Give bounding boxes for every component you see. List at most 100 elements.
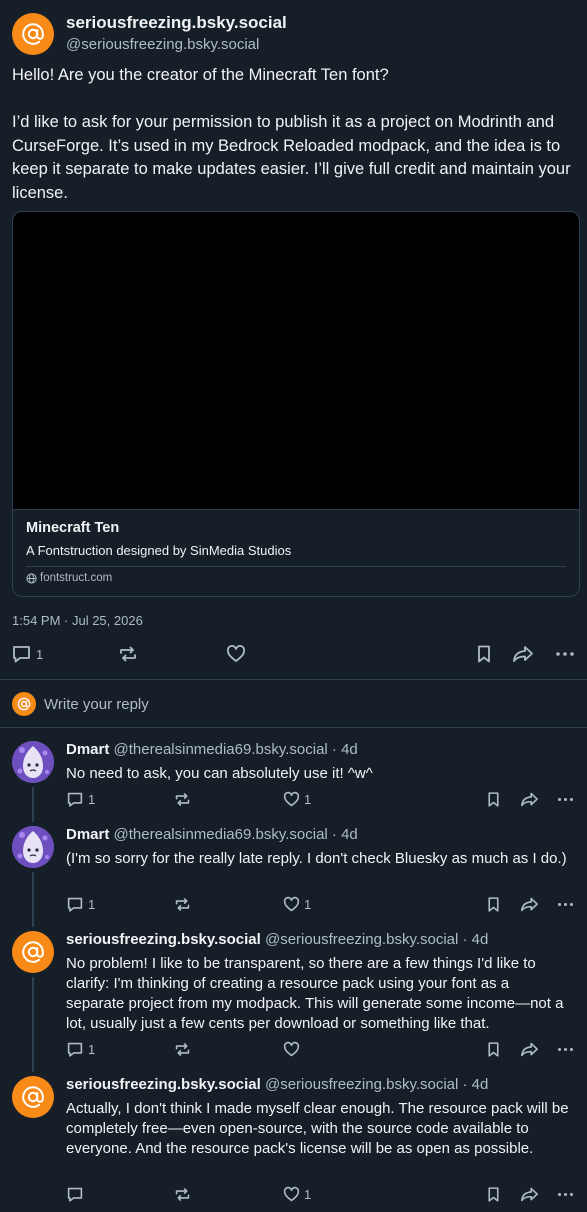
repost-icon bbox=[175, 793, 190, 806]
heart-icon bbox=[283, 1186, 300, 1202]
reply-actions: 1 bbox=[0, 1040, 587, 1060]
share-icon bbox=[521, 1187, 538, 1202]
post-text: Hello! Are you the creator of the Minecr… bbox=[12, 66, 571, 202]
thread-view: seriousfreezing.bsky.social @seriousfree… bbox=[0, 0, 587, 1212]
reply-header: seriousfreezing.bsky.social @seriousfree… bbox=[66, 931, 488, 949]
bookmark-button[interactable] bbox=[485, 1186, 502, 1203]
bookmark-button[interactable] bbox=[485, 1041, 502, 1058]
avatar[interactable] bbox=[12, 741, 54, 783]
like-count: 1 bbox=[304, 1187, 312, 1202]
at-sign-icon bbox=[22, 941, 44, 963]
reply-icon bbox=[67, 897, 83, 912]
bookmark-button[interactable] bbox=[485, 896, 502, 913]
reply-author-name[interactable]: Dmart bbox=[66, 826, 109, 843]
more-icon bbox=[558, 1192, 573, 1197]
divider bbox=[0, 679, 587, 680]
bookmark-icon bbox=[478, 645, 490, 663]
share-button[interactable] bbox=[512, 644, 534, 664]
more-options-button[interactable] bbox=[557, 1041, 574, 1058]
reply-actions: 1 1 bbox=[0, 790, 587, 810]
repost-button[interactable] bbox=[174, 896, 191, 913]
divider bbox=[0, 727, 587, 728]
link-card-title: Minecraft Ten bbox=[26, 520, 120, 536]
more-icon bbox=[556, 652, 574, 656]
link-card-domain-text: fontstruct.com bbox=[40, 572, 113, 584]
repost-button[interactable] bbox=[174, 1186, 191, 1203]
more-icon bbox=[558, 797, 573, 802]
avatar[interactable] bbox=[12, 13, 54, 55]
share-button[interactable] bbox=[520, 791, 539, 808]
reply-author-name[interactable]: seriousfreezing.bsky.social bbox=[66, 931, 261, 948]
like-button[interactable] bbox=[283, 1041, 304, 1058]
avatar[interactable] bbox=[12, 1076, 54, 1118]
reply-button[interactable] bbox=[66, 1186, 88, 1203]
repost-button[interactable] bbox=[174, 791, 191, 808]
reply-count: 1 bbox=[36, 646, 44, 662]
avatar[interactable] bbox=[12, 826, 54, 868]
reply-actions: 1 1 bbox=[0, 895, 587, 915]
more-options-button[interactable] bbox=[555, 644, 575, 664]
repost-icon bbox=[175, 1188, 190, 1201]
repost-icon bbox=[175, 898, 190, 911]
reply-count: 1 bbox=[88, 792, 96, 807]
reply-author-handle[interactable]: @therealsinmedia69.bsky.social · 4d bbox=[114, 826, 358, 843]
heart-icon bbox=[283, 791, 300, 807]
avatar-image bbox=[12, 826, 54, 868]
like-button[interactable]: 1 bbox=[283, 1186, 311, 1203]
reply-header: Dmart @therealsinmedia69.bsky.social · 4… bbox=[66, 826, 358, 844]
like-count: 1 bbox=[304, 792, 312, 807]
link-card[interactable]: Minecraft Ten A Fontstruction designed b… bbox=[12, 211, 580, 597]
reply-actions: 1 bbox=[0, 1185, 587, 1205]
author-handle[interactable]: @seriousfreezing.bsky.social bbox=[66, 35, 287, 55]
post-header: seriousfreezing.bsky.social @seriousfree… bbox=[12, 13, 287, 55]
reply-composer[interactable]: Write your reply bbox=[12, 692, 149, 716]
post-timestamp[interactable]: 1:54 PM · Jul 25, 2026 bbox=[12, 613, 143, 628]
avatar[interactable] bbox=[12, 931, 54, 973]
share-icon bbox=[521, 897, 538, 912]
reply-placeholder[interactable]: Write your reply bbox=[44, 696, 149, 713]
heart-icon bbox=[283, 1041, 300, 1057]
reply-count: 1 bbox=[88, 897, 96, 912]
like-count: 1 bbox=[304, 897, 312, 912]
reply-author-handle[interactable]: @therealsinmedia69.bsky.social · 4d bbox=[114, 741, 358, 758]
avatar-image bbox=[12, 741, 54, 783]
reply-button[interactable]: 1 bbox=[66, 791, 95, 808]
bookmark-icon bbox=[488, 897, 499, 912]
reply-author-handle[interactable]: @seriousfreezing.bsky.social · 4d bbox=[265, 1076, 488, 1093]
bookmark-icon bbox=[488, 1187, 499, 1202]
link-card-image bbox=[13, 212, 579, 510]
like-button[interactable]: 1 bbox=[283, 896, 311, 913]
reply-button[interactable]: 1 bbox=[11, 644, 43, 664]
reply-button[interactable]: 1 bbox=[66, 896, 95, 913]
author-display-name[interactable]: seriousfreezing.bsky.social bbox=[66, 13, 287, 33]
reply-button[interactable]: 1 bbox=[66, 1041, 95, 1058]
reply-text: Actually, I don't think I made myself cl… bbox=[66, 1100, 569, 1157]
post-actions: 1 bbox=[0, 638, 587, 670]
reply-author-name[interactable]: Dmart bbox=[66, 741, 109, 758]
reply-author-name[interactable]: seriousfreezing.bsky.social bbox=[66, 1076, 261, 1093]
reply-header: seriousfreezing.bsky.social @seriousfree… bbox=[66, 1076, 488, 1094]
share-button[interactable] bbox=[520, 1186, 539, 1203]
reply-icon bbox=[67, 1042, 83, 1057]
repost-button[interactable] bbox=[174, 1041, 191, 1058]
more-options-button[interactable] bbox=[557, 1186, 574, 1203]
reply-author-handle[interactable]: @seriousfreezing.bsky.social · 4d bbox=[265, 931, 488, 948]
bookmark-button[interactable] bbox=[474, 644, 494, 664]
bookmark-button[interactable] bbox=[485, 791, 502, 808]
reply-text: (I'm so sorry for the really late reply.… bbox=[66, 850, 567, 867]
at-sign-icon bbox=[22, 1086, 44, 1108]
share-button[interactable] bbox=[520, 1041, 539, 1058]
globe-icon bbox=[26, 572, 37, 584]
repost-button[interactable] bbox=[118, 644, 138, 664]
share-icon bbox=[521, 792, 538, 807]
more-options-button[interactable] bbox=[557, 896, 574, 913]
heart-icon bbox=[283, 896, 300, 912]
more-options-button[interactable] bbox=[557, 791, 574, 808]
share-button[interactable] bbox=[520, 896, 539, 913]
heart-icon bbox=[227, 645, 245, 662]
repost-icon bbox=[120, 646, 136, 662]
like-button[interactable] bbox=[226, 644, 246, 664]
reply-icon bbox=[67, 792, 83, 807]
like-button[interactable]: 1 bbox=[283, 791, 311, 808]
bookmark-icon bbox=[488, 792, 499, 807]
